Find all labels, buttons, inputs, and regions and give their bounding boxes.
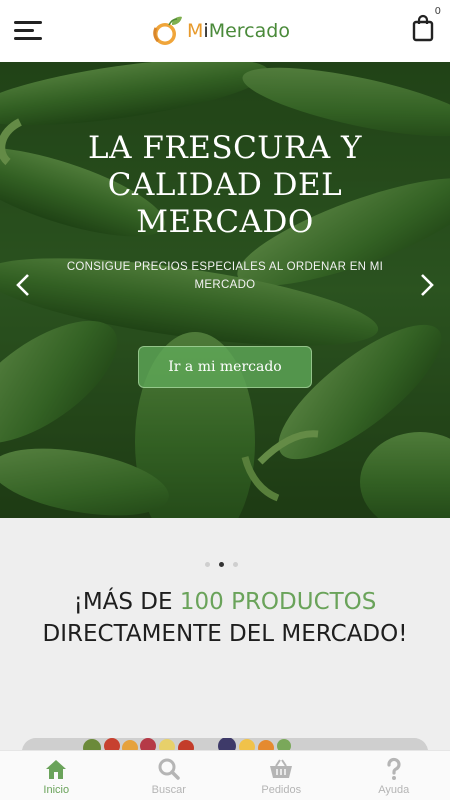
logo-word-mercado: Mercado (208, 20, 290, 42)
nav-label-inicio: Inicio (43, 784, 70, 796)
nav-item-pedidos[interactable]: Pedidos (225, 751, 338, 800)
headline-part-1: ¡MÁS DE (73, 589, 180, 615)
hero-subtitle: CONSIGUE PRECIOS ESPECIALES AL ORDENAR E… (66, 261, 384, 291)
hero-title: LA FRESCURA Y CALIDAD DEL MERCADO (88, 130, 362, 240)
hero-carousel[interactable]: LA FRESCURA Y CALIDAD DEL MERCADO CONSIG… (0, 62, 450, 518)
question-icon (387, 757, 401, 780)
nav-label-pedidos: Pedidos (261, 784, 302, 796)
cart-count-badge: 0 (434, 6, 441, 17)
hamburger-menu-icon[interactable] (14, 19, 44, 41)
home-icon (46, 760, 67, 779)
carousel-indicators (205, 562, 238, 567)
chevron-left-icon[interactable] (12, 272, 36, 298)
nav-item-inicio[interactable]: Inicio (0, 751, 113, 800)
nav-item-ayuda[interactable]: Ayuda (338, 751, 450, 800)
app-name: MiMercado (187, 20, 290, 42)
bottom-navigation: Inicio Buscar Pedidos Ayuda (0, 750, 450, 800)
products-headline: ¡MÁS DE 100 PRODUCTOS DIRECTAMENTE DEL M… (20, 586, 430, 650)
nav-label-ayuda: Ayuda (378, 784, 410, 796)
orange-leaf-logo-icon (150, 14, 184, 48)
carousel-dot[interactable] (205, 562, 210, 567)
shopping-bag-icon[interactable] (412, 12, 434, 42)
app-logo[interactable]: MiMercado (150, 10, 290, 52)
headline-part-2: DIRECTAMENTE DEL MERCADO! (42, 621, 408, 647)
nav-label-buscar: Buscar (151, 784, 186, 796)
carousel-dot[interactable] (233, 562, 238, 567)
basket-icon (270, 759, 293, 778)
nav-item-buscar[interactable]: Buscar (113, 751, 226, 800)
carousel-dot-active[interactable] (219, 562, 224, 567)
logo-letter-m: M (187, 20, 204, 42)
chevron-right-icon[interactable] (414, 272, 438, 298)
search-icon (158, 758, 180, 780)
headline-accent: 100 PRODUCTOS (179, 589, 377, 615)
app-header: MiMercado 0 (0, 0, 450, 62)
go-to-market-button[interactable]: Ir a mi mercado (138, 346, 312, 388)
